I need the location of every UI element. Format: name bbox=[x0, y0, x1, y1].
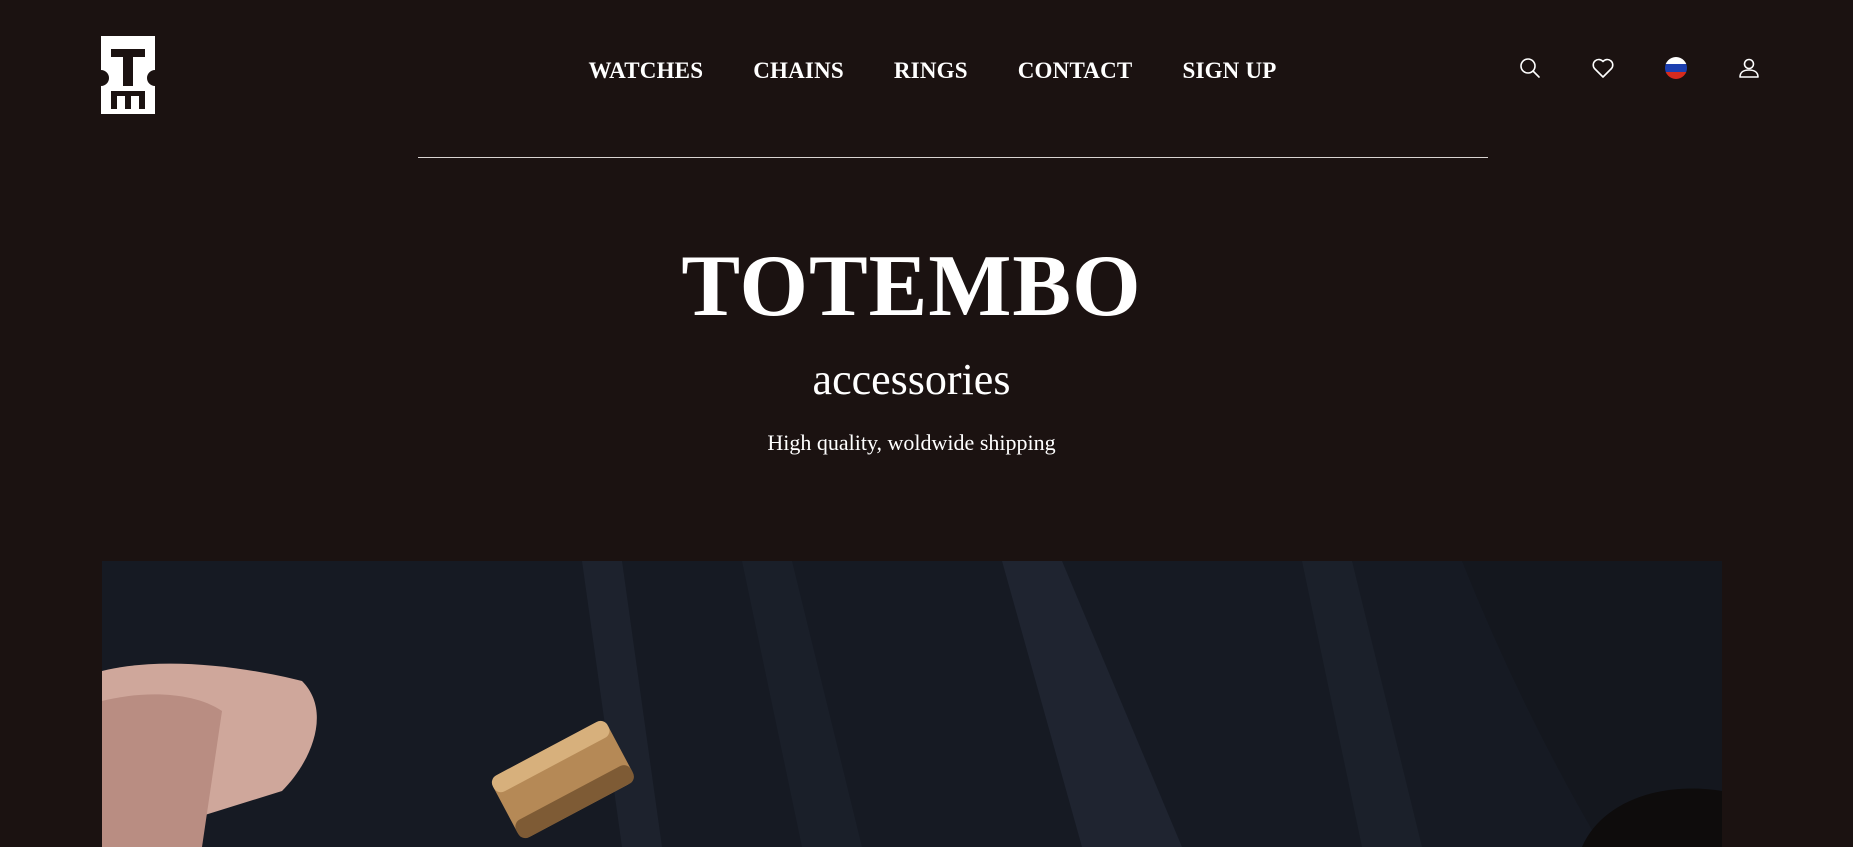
hero-photo bbox=[102, 561, 1722, 847]
search-icon[interactable] bbox=[1518, 56, 1542, 80]
hero-image bbox=[102, 561, 1722, 847]
heart-icon[interactable] bbox=[1591, 56, 1615, 80]
header-icons bbox=[1518, 56, 1761, 80]
nav-list: WATCHES CHAINS RINGS CONTACT SIGN UP bbox=[588, 58, 1276, 84]
nav-sign-up[interactable]: SIGN UP bbox=[1182, 58, 1276, 84]
nav-watches[interactable]: WATCHES bbox=[588, 58, 703, 84]
header-divider bbox=[418, 157, 1488, 158]
hero-title: TOTEMBO bbox=[681, 238, 1142, 335]
nav-rings[interactable]: RINGS bbox=[894, 58, 968, 84]
hero-tagline: High quality, woldwide shipping bbox=[767, 430, 1056, 455]
russia-flag-icon[interactable] bbox=[1664, 56, 1688, 80]
user-icon[interactable] bbox=[1737, 56, 1761, 80]
nav-chains[interactable]: CHAINS bbox=[753, 58, 844, 84]
hero-subtitle: accessories bbox=[812, 355, 1011, 404]
nav-contact[interactable]: CONTACT bbox=[1018, 58, 1133, 84]
